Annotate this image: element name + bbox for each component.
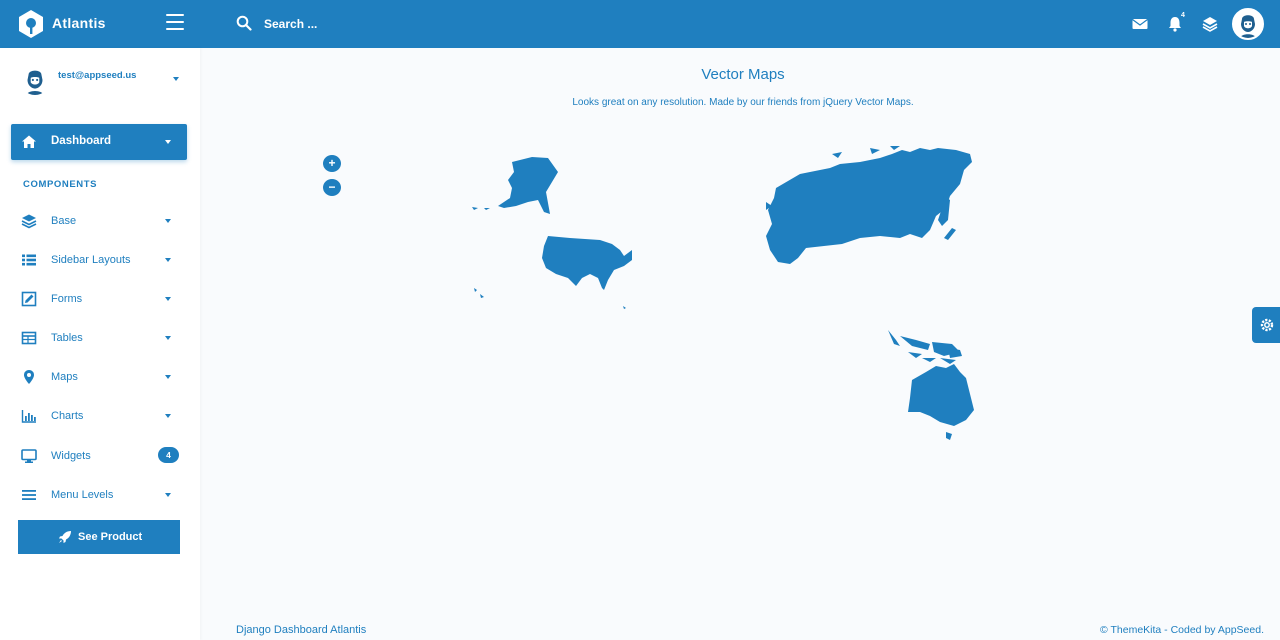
page-subtitle: Looks great on any resolution. Made by o… <box>572 97 914 108</box>
home-icon <box>22 135 36 148</box>
table-icon <box>21 331 37 345</box>
vector-map[interactable] <box>460 140 990 450</box>
sidebar-item-forms[interactable]: Forms <box>11 286 187 312</box>
chevron-down-icon <box>165 219 171 223</box>
logo-icon[interactable] <box>18 9 44 39</box>
map-region-alaska <box>498 157 558 214</box>
sidebar-item-label: Forms <box>51 293 83 305</box>
chevron-down-icon <box>165 258 171 262</box>
desktop-icon <box>21 449 37 463</box>
rocket-icon <box>59 531 71 543</box>
sidebar-item-tables[interactable]: Tables <box>11 325 187 351</box>
layers-icon[interactable] <box>1201 15 1219 33</box>
search-input[interactable] <box>264 13 484 35</box>
sidebar-item-label: Widgets <box>51 450 91 462</box>
sidebar-item-label: Base <box>51 215 77 227</box>
hamburger-icon[interactable] <box>166 14 184 30</box>
bars-icon <box>22 490 36 500</box>
envelope-icon[interactable] <box>1131 15 1149 33</box>
sidebar: test@appseed.us Dashboard COMPONENTS Bas… <box>0 48 200 640</box>
map-region-indonesia <box>888 330 962 364</box>
map-region-usa <box>542 236 632 290</box>
see-product-button[interactable]: See Product <box>18 520 180 554</box>
user-email[interactable]: test@appseed.us <box>58 70 136 81</box>
sidebar-item-label: Charts <box>51 410 84 422</box>
brand-name[interactable]: Atlantis <box>52 15 106 31</box>
chevron-down-icon <box>165 297 171 301</box>
sidebar-item-maps[interactable]: Maps <box>11 364 187 390</box>
settings-toggle-button[interactable] <box>1252 307 1280 343</box>
map-zoom-out-button[interactable]: − <box>323 179 341 196</box>
bar-chart-icon <box>21 410 36 423</box>
sidebar-item-label: Sidebar Layouts <box>51 254 131 266</box>
footer-link[interactable]: Django Dashboard Atlantis <box>236 624 366 636</box>
sidebar-item-label: Maps <box>51 371 78 383</box>
user-menu-caret-icon[interactable] <box>173 77 179 81</box>
sidebar-item-label: Tables <box>51 332 83 344</box>
gear-icon <box>1260 318 1274 332</box>
map-region-australia <box>908 364 974 426</box>
chevron-down-icon <box>165 375 171 379</box>
chevron-down-icon <box>165 493 171 497</box>
sidebar-item-charts[interactable]: Charts <box>11 403 187 429</box>
see-product-label: See Product <box>78 531 143 543</box>
sidebar-item-widgets[interactable]: Widgets 4 <box>11 443 187 469</box>
sidebar-user-avatar[interactable] <box>20 65 50 95</box>
chevron-down-icon <box>165 140 171 144</box>
footer-copyright: © ThemeKita - Coded by AppSeed. <box>1100 624 1264 636</box>
top-navbar: Atlantis 4 <box>0 0 1280 48</box>
sidebar-item-sidebar-layouts[interactable]: Sidebar Layouts <box>11 247 187 273</box>
search-icon[interactable] <box>236 15 252 31</box>
list-icon <box>22 254 36 266</box>
sidebar-item-base[interactable]: Base <box>11 208 187 234</box>
section-title: COMPONENTS <box>23 179 98 190</box>
layers-icon <box>21 214 37 229</box>
sidebar-item-label: Dashboard <box>51 135 112 147</box>
sidebar-item-label: Menu Levels <box>51 489 114 501</box>
chevron-down-icon <box>165 414 171 418</box>
map-zoom-in-button[interactable]: + <box>323 155 341 172</box>
map-marker-icon <box>24 370 34 384</box>
chevron-down-icon <box>165 336 171 340</box>
sidebar-item-menu-levels[interactable]: Menu Levels <box>11 482 187 508</box>
map-region-russia <box>766 148 972 264</box>
notification-count: 4 <box>1181 12 1185 19</box>
pen-square-icon <box>21 291 37 307</box>
page-title: Vector Maps <box>701 66 785 83</box>
widgets-count-badge: 4 <box>158 447 179 463</box>
user-avatar[interactable] <box>1232 8 1264 40</box>
sidebar-item-dashboard[interactable]: Dashboard <box>11 124 187 160</box>
